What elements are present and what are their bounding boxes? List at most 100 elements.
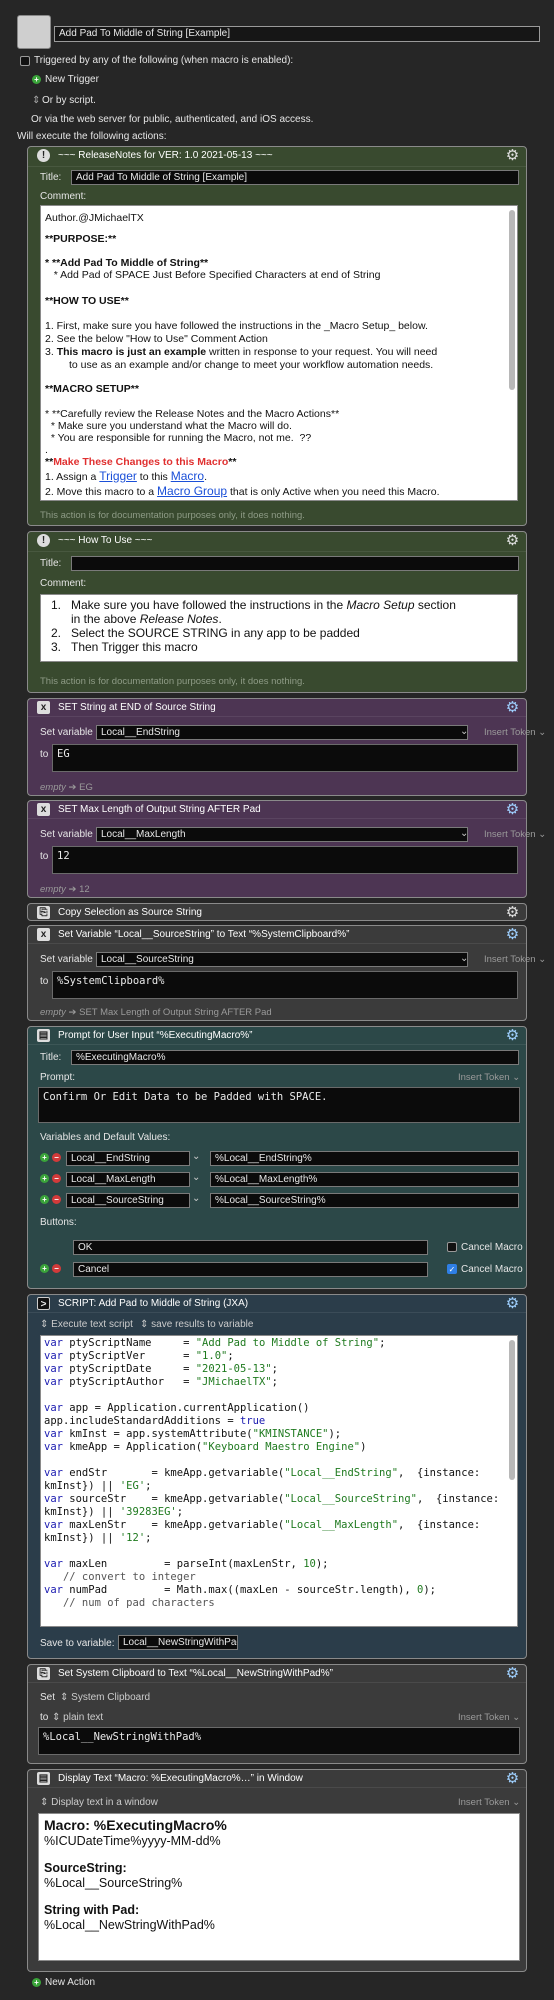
gear-icon[interactable]: ⚙ xyxy=(505,148,520,163)
variable-name-field[interactable]: Local__SourceString xyxy=(66,1193,190,1208)
insert-token-menu[interactable]: Insert Token ⌄ xyxy=(458,1797,520,1808)
chevron-down-icon[interactable]: ⌄ xyxy=(192,1151,200,1162)
triggered-checkbox[interactable] xyxy=(20,56,30,66)
execute-mode-menu[interactable]: ⇕ Execute text script xyxy=(40,1319,133,1330)
new-action-button[interactable]: New Action xyxy=(45,1977,95,1988)
save-variable-field[interactable]: Local__NewStringWithPad xyxy=(118,1635,238,1650)
variable-name-field[interactable]: Local__EndString xyxy=(66,1151,190,1166)
how-to-use-action[interactable]: ! ~~~ How To Use ~~~ ⚙ Title: Comment: 1. … xyxy=(27,531,527,693)
cancel-macro-checkbox[interactable] xyxy=(447,1242,457,1252)
prompt-textarea[interactable]: Confirm Or Edit Data to be Padded with S… xyxy=(38,1087,520,1123)
gear-icon[interactable]: ⚙ xyxy=(505,905,520,920)
macro-group-link[interactable]: Macro Group xyxy=(157,484,227,498)
set-maxlength-action[interactable]: x SET Max Length of Output String AFTER P… xyxy=(27,800,546,898)
remove-variable-icon[interactable]: − xyxy=(52,1195,61,1204)
action-title[interactable]: Display Text “Macro: %ExecutingMacro%…” … xyxy=(58,1773,303,1784)
comment-textarea[interactable]: 1. Make sure you have followed the instr… xyxy=(40,594,518,662)
display-textarea[interactable]: Macro: %ExecutingMacro% %ICUDateTime%yyy… xyxy=(38,1813,520,1961)
window-icon: ▤ xyxy=(37,1772,50,1785)
action-title[interactable]: SET String at END of Source String xyxy=(58,702,216,713)
action-title[interactable]: ~~~ ReleaseNotes for VER: 1.0 2021-05-13… xyxy=(58,150,273,161)
rn-step3-cont: to use as an example and/or change to me… xyxy=(69,359,434,371)
gear-icon[interactable]: ⚙ xyxy=(505,927,520,942)
chevron-down-icon[interactable]: ⌄ xyxy=(460,953,468,964)
code-line: kmInst}) || '39283EG'; xyxy=(44,1506,184,1518)
chevron-down-icon[interactable]: ⌄ xyxy=(460,726,468,737)
copy-selection-action[interactable]: ⎘ Copy Selection as Source String ⚙ xyxy=(27,903,527,921)
remove-variable-icon[interactable]: − xyxy=(52,1174,61,1183)
insert-token-menu[interactable]: Insert Token ⌄ xyxy=(484,727,546,738)
macro-link[interactable]: Macro xyxy=(171,469,204,483)
remove-variable-icon[interactable]: − xyxy=(52,1153,61,1162)
variable-default-field[interactable]: %Local__MaxLength% xyxy=(210,1172,519,1187)
variable-name-field[interactable]: Local__EndString xyxy=(96,725,468,740)
script-editor[interactable]: var ptyScriptName = "Add Pad to Middle o… xyxy=(40,1335,518,1627)
action-title[interactable]: ~~~ How To Use ~~~ xyxy=(58,535,152,546)
gear-icon[interactable]: ⚙ xyxy=(505,533,520,548)
title-field[interactable] xyxy=(71,556,519,571)
variable-name-field[interactable]: Local__MaxLength xyxy=(66,1172,190,1187)
insert-token-menu[interactable]: Insert Token ⌄ xyxy=(484,829,546,840)
chevron-down-icon[interactable]: ⌄ xyxy=(460,828,468,839)
action-title[interactable]: Prompt for User Input “%ExecutingMacro%” xyxy=(58,1030,253,1041)
title-field[interactable]: Add Pad To Middle of String [Example] xyxy=(71,170,519,185)
value-textarea[interactable]: 12 xyxy=(52,846,518,874)
plain-text-menu[interactable]: ⇕ plain text xyxy=(52,1712,103,1723)
save-results-menu[interactable]: ⇕ save results to variable xyxy=(140,1319,253,1330)
scrollbar[interactable] xyxy=(509,210,515,390)
release-notes-action[interactable]: ! ~~~ ReleaseNotes for VER: 1.0 2021-05-1… xyxy=(27,146,527,526)
gear-icon[interactable]: ⚙ xyxy=(505,1296,520,1311)
title-field[interactable]: %ExecutingMacro% xyxy=(71,1050,519,1065)
value-textarea[interactable]: %SystemClipboard% xyxy=(52,971,518,999)
set-sourcestring-action[interactable]: x Set Variable “Local__SourceString” to T… xyxy=(27,925,546,1021)
cancel-macro-checkbox[interactable]: ✓ xyxy=(447,1264,457,1274)
new-trigger-plus-icon[interactable]: + xyxy=(32,75,41,84)
variable-name-field[interactable]: Local__SourceString xyxy=(96,952,468,967)
action-title[interactable]: Set Variable “Local__SourceString” to Te… xyxy=(58,929,349,940)
insert-token-menu[interactable]: Insert Token ⌄ xyxy=(458,1072,520,1083)
add-variable-icon[interactable]: + xyxy=(40,1153,49,1162)
jxa-script-action[interactable]: > SCRIPT: Add Pad to Middle of String (JX… xyxy=(27,1294,527,1659)
button-name-field[interactable]: OK xyxy=(73,1240,428,1255)
scrollbar[interactable] xyxy=(509,1340,515,1480)
gear-icon[interactable]: ⚙ xyxy=(505,1771,520,1786)
comment-icon: ! xyxy=(37,149,50,162)
button-name-field[interactable]: Cancel xyxy=(73,1262,428,1277)
action-title[interactable]: SCRIPT: Add Pad to Middle of String (JXA… xyxy=(58,1298,248,1309)
remove-button-icon[interactable]: − xyxy=(52,1264,61,1273)
value-text: %SystemClipboard% xyxy=(57,975,165,987)
value-textarea[interactable]: EG xyxy=(52,744,518,772)
gear-icon[interactable]: ⚙ xyxy=(505,700,520,715)
gear-icon[interactable]: ⚙ xyxy=(505,1028,520,1043)
webserver-label: Or via the web server for public, authen… xyxy=(31,114,314,125)
display-text-action[interactable]: ▤ Display Text “Macro: %ExecutingMacro%…”… xyxy=(27,1769,527,1972)
or-by-script-label[interactable]: Or by script. xyxy=(42,95,96,106)
variable-default-field[interactable]: %Local__SourceString% xyxy=(210,1193,519,1208)
variable-name-field[interactable]: Local__MaxLength xyxy=(96,827,468,842)
set-endstring-action[interactable]: x SET String at END of Source String ⚙ Set… xyxy=(27,698,546,796)
will-execute-label: Will execute the following actions: xyxy=(17,131,167,142)
comment-textarea[interactable]: Author.@JMichaelTX **PURPOSE:** * **Add … xyxy=(40,205,518,501)
chevron-down-icon[interactable]: ⌄ xyxy=(192,1172,200,1183)
action-title[interactable]: SET Max Length of Output String AFTER Pa… xyxy=(58,804,261,815)
insert-token-menu[interactable]: Insert Token ⌄ xyxy=(484,954,546,965)
add-button-icon[interactable]: + xyxy=(40,1264,49,1273)
action-title[interactable]: Set System Clipboard to Text “%Local__Ne… xyxy=(58,1668,333,1679)
clipboard-textarea[interactable]: %Local__NewStringWithPad% xyxy=(38,1727,520,1755)
add-variable-icon[interactable]: + xyxy=(40,1174,49,1183)
clipboard-menu[interactable]: ⇕ System Clipboard xyxy=(60,1692,150,1703)
add-variable-icon[interactable]: + xyxy=(40,1195,49,1204)
insert-token-menu[interactable]: Insert Token ⌄ xyxy=(458,1712,520,1723)
macro-name-field[interactable]: Add Pad To Middle of String [Example] xyxy=(54,26,540,42)
new-action-plus-icon[interactable]: + xyxy=(32,1978,41,1987)
display-mode-menu[interactable]: ⇕ Display text in a window xyxy=(40,1797,158,1808)
action-title[interactable]: Copy Selection as Source String xyxy=(58,907,202,918)
trigger-link[interactable]: Trigger xyxy=(99,469,137,483)
variable-default-field[interactable]: %Local__EndString% xyxy=(210,1151,519,1166)
set-clipboard-action[interactable]: ⎘ Set System Clipboard to Text “%Local__N… xyxy=(27,1664,527,1764)
new-trigger-button[interactable]: New Trigger xyxy=(45,74,99,85)
prompt-user-input-action[interactable]: ▤ Prompt for User Input “%ExecutingMacro%… xyxy=(27,1026,527,1289)
gear-icon[interactable]: ⚙ xyxy=(505,802,520,817)
gear-icon[interactable]: ⚙ xyxy=(505,1666,520,1681)
chevron-down-icon[interactable]: ⌄ xyxy=(192,1193,200,1204)
